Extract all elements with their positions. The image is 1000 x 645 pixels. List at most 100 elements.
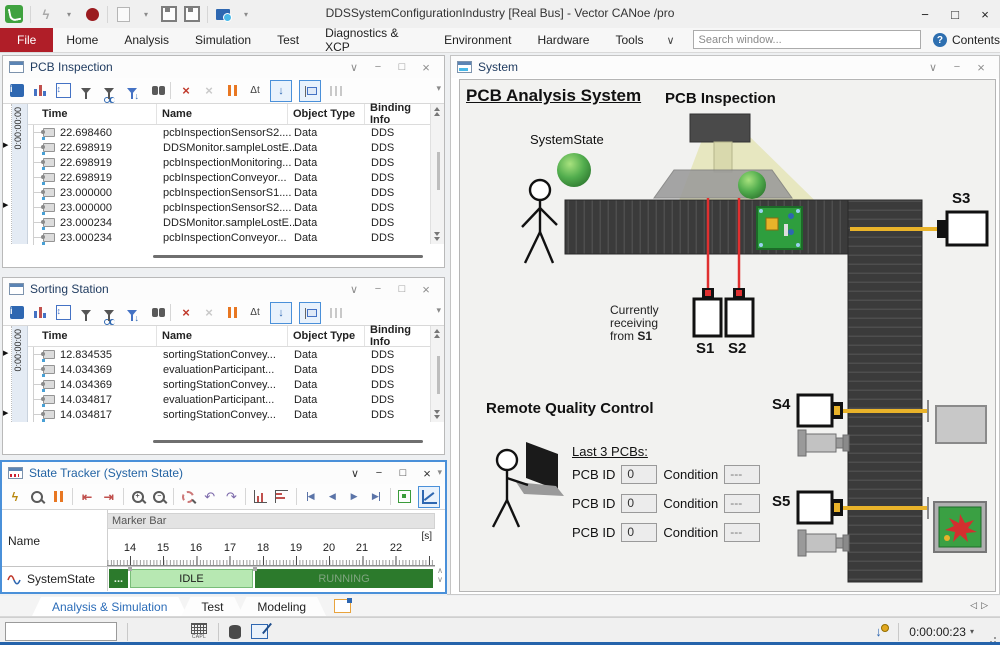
help-contents[interactable]: ? Contents <box>933 28 1000 52</box>
tab-test[interactable]: Test <box>264 28 312 52</box>
comment-marker-icon[interactable] <box>299 80 321 102</box>
undo-icon[interactable]: ↶ <box>202 489 218 505</box>
tab-diagnostics-xcp[interactable]: Diagnostics & XCP <box>312 28 431 52</box>
go-first-icon[interactable]: ◀ <box>303 489 319 505</box>
save-as-icon[interactable] <box>184 6 200 22</box>
marker-bar[interactable]: Marker Bar <box>107 513 435 529</box>
statistics-icon[interactable] <box>32 83 48 99</box>
fit-vertical-icon[interactable] <box>252 489 268 505</box>
trace-row[interactable]: 22.698460pcbInspectionSensorS2....DataDD… <box>28 125 430 140</box>
close-icon[interactable]: × <box>415 464 439 482</box>
measurement-time[interactable]: 0:00:00:23 ▾ <box>909 625 974 639</box>
status-input[interactable] <box>5 622 117 641</box>
analysis-filter-icon[interactable] <box>101 83 117 99</box>
trace-row[interactable]: 14.034817sortingStationConvey...DataDDS <box>28 407 430 422</box>
maximize-icon[interactable]: □ <box>390 58 414 76</box>
resize-grip[interactable] <box>986 631 996 641</box>
search-icon[interactable] <box>29 489 45 505</box>
delta-time-icon[interactable]: Δt <box>247 83 263 99</box>
toolbar-overflow-icon[interactable]: ▾ <box>436 305 441 316</box>
zoom-out-icon[interactable]: − <box>151 489 167 505</box>
set-marker-left-icon[interactable]: ⇤ <box>79 489 95 505</box>
start-dropdown-icon[interactable]: ▾ <box>61 6 77 22</box>
clear-icon[interactable]: × <box>178 83 194 99</box>
col-time[interactable]: Time <box>28 104 157 124</box>
trace-row[interactable]: 22.698919DDSMonitor.sampleLostE...DataDD… <box>28 140 430 155</box>
horizontal-scrollbar[interactable] <box>153 255 423 258</box>
start-icon[interactable]: ϟ <box>7 489 23 505</box>
sorting-station-titlebar[interactable]: Sorting Station ∨ − □ × <box>3 278 444 300</box>
window-menu-icon[interactable]: ∨ <box>921 58 945 76</box>
filter-icon[interactable] <box>78 305 94 321</box>
col-binding-info[interactable]: Binding Info <box>365 104 430 124</box>
time-ruler[interactable]: 14 15 16 17 18 19 20 21 22 <box>107 542 435 566</box>
comment-marker-icon[interactable] <box>299 302 321 324</box>
trace-row[interactable]: 14.034369evaluationParticipant...DataDDS <box>28 362 430 377</box>
open-recent-icon[interactable] <box>215 6 231 22</box>
col-object-type[interactable]: Object Type <box>288 104 365 124</box>
window-menu-icon[interactable]: ∨ <box>342 280 366 298</box>
maximize-button[interactable]: □ <box>940 1 970 27</box>
state-segment-idle[interactable]: IDLE <box>130 569 253 588</box>
fix-time-range-icon[interactable]: ↕ <box>55 305 71 321</box>
customize-quickaccess-icon[interactable]: ▾ <box>238 6 254 22</box>
ribbon-collapse-icon[interactable]: ∨ <box>666 28 674 52</box>
row-scroll-arrows[interactable]: ∧∨ <box>435 566 445 590</box>
new-desktop-icon[interactable] <box>334 599 351 613</box>
minimize-icon[interactable]: − <box>366 280 390 298</box>
close-icon[interactable]: × <box>414 280 438 298</box>
horizontal-scrollbar[interactable] <box>153 440 423 443</box>
col-name[interactable]: Name <box>157 104 288 124</box>
vertical-scrollbar[interactable] <box>430 104 444 244</box>
table-header[interactable]: Time Name Object Type Binding Info <box>28 326 430 347</box>
time-dropdown-icon[interactable]: ▾ <box>970 627 974 636</box>
sort-filter-icon[interactable]: ↓ <box>124 305 140 321</box>
start-measurement-icon[interactable]: ϟ <box>38 6 54 22</box>
pause-icon[interactable] <box>50 489 66 505</box>
pcb-id-field[interactable]: 0 <box>621 523 657 542</box>
trend-view-icon[interactable] <box>418 486 440 508</box>
state-segment-running[interactable]: RUNNING <box>255 569 433 588</box>
autoscroll-icon[interactable]: ↓ <box>270 302 292 324</box>
window-menu-icon[interactable]: ∨ <box>343 464 367 482</box>
find-icon[interactable] <box>147 305 163 321</box>
vertical-scrollbar[interactable] <box>430 326 444 422</box>
find-icon[interactable] <box>147 83 163 99</box>
minimize-icon[interactable]: − <box>366 58 390 76</box>
stop-measurement-icon[interactable] <box>84 6 100 22</box>
tab-tools[interactable]: Tools <box>602 28 656 52</box>
pcb-id-field[interactable]: 0 <box>621 494 657 513</box>
info-icon[interactable]: i <box>9 305 25 321</box>
state-bar-track[interactable]: ... IDLE RUNNING <box>107 569 435 588</box>
close-icon[interactable]: × <box>969 58 993 76</box>
capl-compile-icon[interactable]: CAPL <box>190 623 208 641</box>
toolbar-overflow-icon[interactable]: ▾ <box>437 467 442 478</box>
col-object-type[interactable]: Object Type <box>288 326 365 346</box>
autoscroll-icon[interactable]: ↓ <box>270 80 292 102</box>
minimize-button[interactable]: − <box>910 1 940 27</box>
minimize-icon[interactable]: − <box>367 464 391 482</box>
pause-icon[interactable] <box>224 305 240 321</box>
zoom-region-icon[interactable] <box>180 489 196 505</box>
condition-field[interactable]: --- <box>724 494 760 513</box>
tab-home[interactable]: Home <box>53 28 111 52</box>
go-next-icon[interactable]: ▶ <box>346 489 362 505</box>
trace-row[interactable]: 22.698919pcbInspectionConveyor...DataDDS <box>28 170 430 185</box>
system-titlebar[interactable]: System ∨ − × <box>451 56 999 78</box>
redo-icon[interactable]: ↷ <box>224 489 240 505</box>
go-last-icon[interactable]: ▶ <box>368 489 384 505</box>
write-window-icon[interactable] <box>251 624 268 639</box>
trace-row[interactable]: 23.000234pcbInspectionConveyor...DataDDS <box>28 230 430 245</box>
statistics-icon[interactable] <box>32 305 48 321</box>
measurement-setup-icon[interactable] <box>874 624 888 639</box>
trace-row[interactable]: 23.000000pcbInspectionSensorS1....DataDD… <box>28 185 430 200</box>
trace-row[interactable]: 12.834535sortingStationConvey...DataDDS <box>28 347 430 362</box>
tab-modeling[interactable]: Modeling <box>237 597 326 616</box>
trace-row[interactable]: 14.034817evaluationParticipant...DataDDS <box>28 392 430 407</box>
state-tracker-titlebar[interactable]: State Tracker (System State) ∨ − □ × <box>2 462 445 484</box>
trace-row[interactable]: 23.000234DDSMonitor.sampleLostE...DataDD… <box>28 215 430 230</box>
window-menu-icon[interactable]: ∨ <box>342 58 366 76</box>
toolbar-overflow-icon[interactable]: ▾ <box>436 83 441 94</box>
condition-field[interactable]: --- <box>724 523 760 542</box>
sort-filter-icon[interactable]: ↓ <box>124 83 140 99</box>
